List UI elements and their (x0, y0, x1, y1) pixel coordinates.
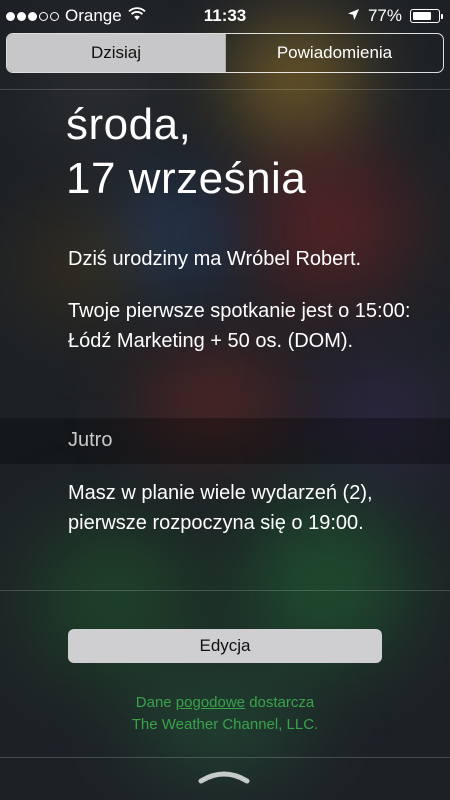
tab-notifications[interactable]: Powiadomienia (225, 34, 443, 72)
weather-data-link[interactable]: pogodowe (176, 694, 245, 711)
tomorrow-title: Jutro (68, 429, 113, 451)
view-segmented-control: Dzisiaj Powiadomienia (6, 33, 444, 73)
divider (0, 590, 450, 591)
notification-center: Orange 11:33 77% Dzisiaj Powiadomienia ś… (0, 0, 450, 800)
tomorrow-section-header: Jutro (0, 418, 450, 464)
battery-tip (441, 14, 443, 19)
battery-level (413, 12, 432, 20)
credits-prefix: Dane (135, 694, 176, 711)
tab-today[interactable]: Dzisiaj (7, 34, 225, 72)
tomorrow-summary: Masz w planie wiele wydarzeń (2), pierws… (68, 482, 373, 534)
credits-suffix: dostarcza (245, 694, 315, 711)
birthday-summary: Dziś urodziny ma Wróbel Robert. (68, 248, 362, 270)
weekday-heading: środa, (66, 100, 192, 149)
date-heading: 17 września (66, 154, 307, 203)
meeting-summary: Twoje pierwsze spotkanie jest o 15:00: Ł… (68, 300, 411, 352)
location-arrow-icon (347, 6, 360, 26)
divider (0, 89, 450, 90)
battery-percentage: 77% (367, 6, 402, 25)
credits-line-1: Dane pogodowe dostarcza (0, 692, 450, 714)
pull-up-handle-icon[interactable] (198, 770, 250, 784)
credits-provider: The Weather Channel, LLC. (131, 716, 319, 733)
status-bar-right: 77% (347, 6, 443, 26)
status-bar: Orange 11:33 77% (0, 0, 450, 30)
edit-button[interactable]: Edycja (68, 629, 382, 663)
battery-icon (410, 9, 443, 23)
weather-credits: Dane pogodowe dostarcza The Weather Chan… (0, 692, 450, 736)
divider (0, 757, 450, 758)
